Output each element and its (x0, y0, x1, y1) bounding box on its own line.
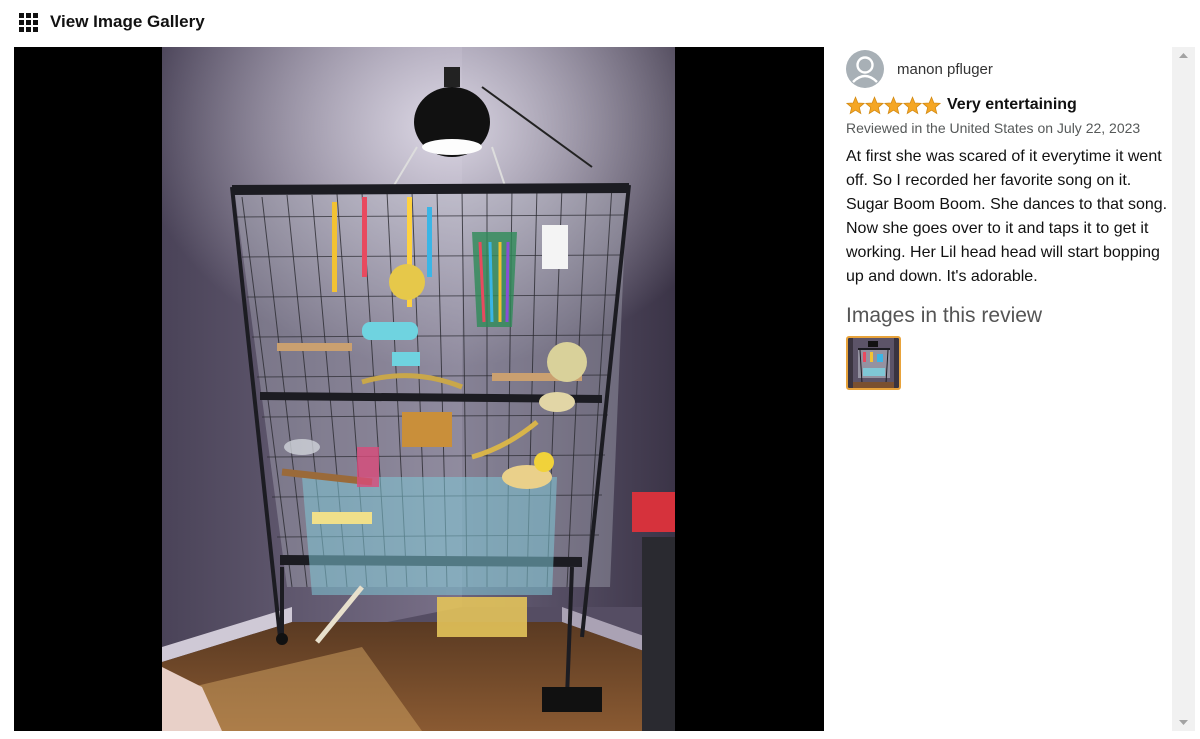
review-meta: Reviewed in the United States on July 22… (846, 120, 1141, 136)
review-image-thumbnail[interactable] (846, 336, 901, 390)
review-panel: manon pfluger Very entertaining Reviewed… (846, 47, 1171, 731)
avatar (846, 50, 884, 88)
star-rating (846, 95, 941, 115)
review-photo[interactable] (162, 47, 675, 731)
grid-icon (19, 12, 38, 32)
star-icon (865, 95, 884, 114)
review-title: Very entertaining (947, 96, 1077, 113)
star-icon (846, 95, 865, 114)
reviewer: manon pfluger (846, 49, 1171, 89)
star-icon (922, 95, 941, 114)
images-heading: Images in this review (846, 304, 1043, 327)
scroll-up-arrow-icon[interactable] (1172, 47, 1195, 65)
review-title-row: Very entertaining (846, 94, 1171, 116)
gallery-title: View Image Gallery (50, 12, 205, 31)
star-icon (884, 95, 903, 114)
view-image-gallery-link[interactable]: View Image Gallery (19, 9, 205, 35)
image-viewer (14, 47, 824, 731)
scroll-down-arrow-icon[interactable] (1172, 713, 1195, 731)
review-scrollbar[interactable] (1172, 47, 1195, 731)
review-body: At first she was scared of it everytime … (846, 148, 1168, 285)
star-icon (903, 95, 922, 114)
reviewer-name[interactable]: manon pfluger (897, 61, 993, 78)
